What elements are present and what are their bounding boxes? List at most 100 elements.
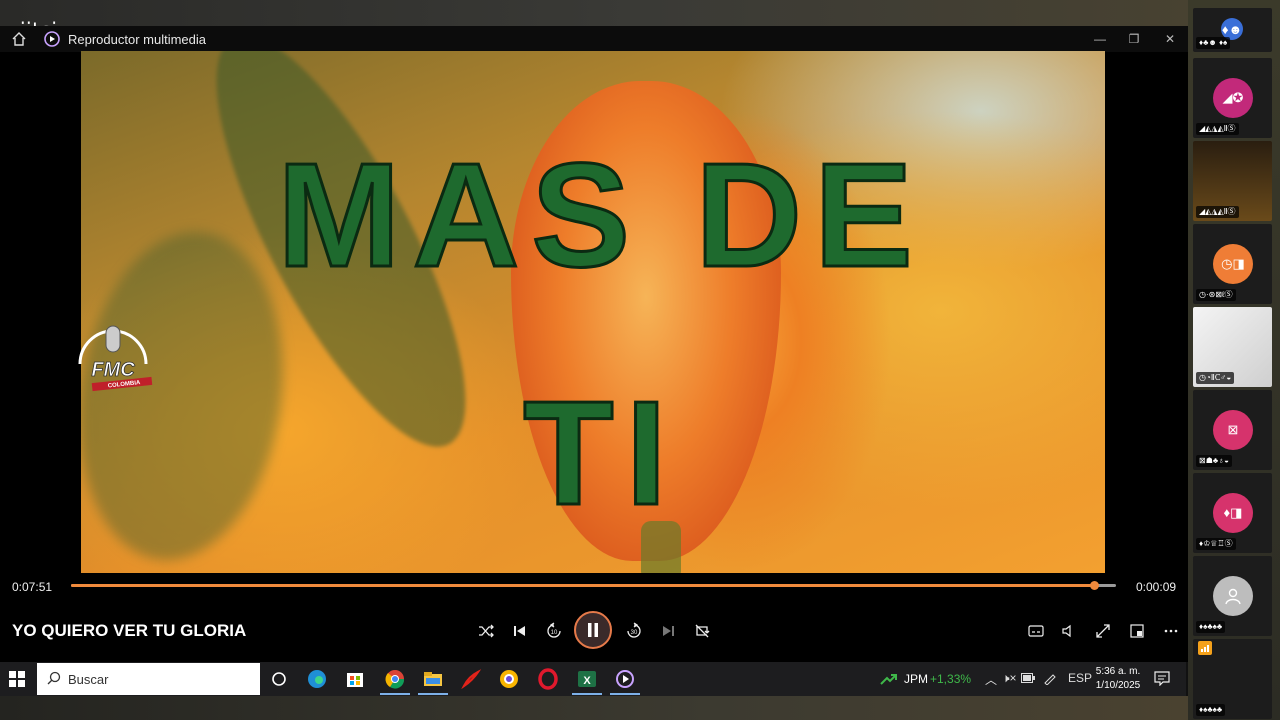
avatar: ♦◨ [1213, 493, 1253, 533]
explorer-active-indicator [418, 693, 448, 695]
next-button[interactable] [656, 619, 680, 643]
participant-tile[interactable]: ♦◨ ♦♔♕♖Ⓢ [1193, 473, 1272, 553]
skip-back-button[interactable]: 10 [542, 619, 566, 643]
microsoft-store-icon[interactable] [344, 668, 366, 690]
pen-tool-icon[interactable] [1043, 671, 1057, 685]
stock-change[interactable]: +1,33% [930, 672, 971, 686]
cortana-icon[interactable] [268, 668, 290, 690]
svg-text:X: X [583, 675, 591, 687]
participant-name: ◷◔ⅡⅭ♂◒ [1196, 372, 1235, 384]
mini-player-button[interactable] [1125, 619, 1149, 643]
participant-tile[interactable]: ◷◨ ◷·⊛⊠ℓⓈ [1193, 224, 1272, 304]
participant-tile-video[interactable]: ◷◔ⅡⅭ♂◒ [1193, 307, 1272, 387]
chrome-active-indicator [380, 693, 410, 695]
avatar: ⊠ [1213, 410, 1253, 450]
participant-tile[interactable]: ♦☻ ♦♣☻ ♦♠ [1193, 8, 1272, 52]
stock-symbol[interactable]: JPM [904, 672, 928, 686]
skip-forward-button[interactable]: 30 [622, 619, 646, 643]
search-icon [47, 671, 61, 685]
skip-forward-icon: 30 [627, 622, 641, 638]
seek-progress [71, 584, 1094, 587]
lyric-line-1: MAS DE [276, 132, 925, 300]
media-player-app-icon [44, 31, 60, 47]
repeat-off-button[interactable] [690, 619, 714, 643]
avatar: ◷◨ [1213, 244, 1253, 284]
taskbar-search[interactable]: Buscar [37, 663, 260, 695]
jitsi-top-bar [0, 0, 1280, 28]
opera-icon[interactable] [537, 668, 559, 690]
participant-name: ♦♣☻ ♦♠ [1196, 37, 1231, 49]
participant-filmstrip: ♦☻ ♦♣☻ ♦♠ ◢✪ ◢◭◮◭ⅡⓈ ◢◭◮◭ⅡⓈ ◷◨ ◷·⊛⊠ℓⓈ ◷◔Ⅱ… [1188, 0, 1280, 720]
previous-button[interactable] [508, 619, 532, 643]
clock-date: 1/10/2025 [1095, 680, 1141, 691]
file-explorer-icon[interactable] [422, 668, 444, 690]
video-frame[interactable]: MAS DE TI [81, 51, 1105, 573]
participant-name: ♦♔♕♖Ⓢ [1196, 538, 1236, 550]
participant-tile[interactable]: ♦♠♣♠♣ [1193, 639, 1272, 719]
participant-name: ♦♠♣♠♣ [1196, 621, 1226, 633]
seek-track[interactable] [71, 581, 1116, 590]
restore-button[interactable]: ❐ [1118, 30, 1150, 48]
captions-button[interactable] [1024, 619, 1048, 643]
shuffle-icon [479, 624, 494, 638]
participant-tile[interactable]: ⊠ ⊠☗♣♁◒ [1193, 390, 1272, 470]
acrobat-reader-icon[interactable] [460, 668, 482, 690]
elapsed-time: 0:07:51 [12, 580, 53, 594]
fmc-logo-text: FMC [91, 359, 135, 381]
repeat-off-icon [695, 624, 710, 638]
notifications-icon[interactable] [1154, 671, 1170, 686]
browser-circle-icon[interactable] [498, 668, 520, 690]
windows-start-icon[interactable] [8, 670, 26, 688]
skip-back-seconds: 10 [551, 630, 558, 636]
language-indicator[interactable]: ESP [1068, 671, 1092, 685]
chrome-icon[interactable] [384, 668, 406, 690]
speaker-muted-icon[interactable]: 🕨× [1002, 671, 1017, 686]
participant-tile[interactable]: ◢✪ ◢◭◮◭ⅡⓈ [1193, 58, 1272, 138]
fmc-colombia-logo: FMC COLOMBIA [78, 325, 153, 392]
participant-tile[interactable]: ♦♠♣♠♣ [1193, 556, 1272, 636]
connection-quality-icon [1198, 641, 1212, 655]
mini-player-icon [1130, 624, 1144, 638]
participant-name: ◢◭◮◭ⅡⓈ [1196, 206, 1239, 218]
playback-controls: YO QUIERO VER TU GLORIA 10 30 [0, 606, 1188, 656]
next-icon [663, 626, 674, 636]
excel-icon[interactable]: X [576, 668, 598, 690]
home-icon[interactable] [12, 32, 26, 46]
minimize-button[interactable]: — [1084, 30, 1116, 48]
participant-tile-video[interactable]: ◢◭◮◭ⅡⓈ [1193, 141, 1272, 221]
system-clock[interactable]: 5:36 a. m. 1/10/2025 [1090, 665, 1146, 693]
skip-forward-seconds: 30 [631, 630, 638, 636]
excel-active-indicator [572, 693, 602, 695]
skip-back-icon: 10 [547, 622, 561, 638]
previous-icon [514, 626, 525, 636]
show-hidden-icons-chevron-icon[interactable]: ︿ [985, 671, 997, 688]
close-button[interactable]: ✕ [1154, 30, 1186, 48]
media-active-indicator [610, 693, 640, 695]
pause-button[interactable] [574, 611, 612, 649]
window-titlebar: Reproductor multimedia — ❐ ✕ [0, 26, 1188, 52]
battery-icon[interactable] [1021, 673, 1035, 683]
more-options-button[interactable] [1159, 619, 1183, 643]
pause-icon [588, 623, 598, 637]
jitsi-bottom-bar [0, 696, 1190, 720]
participant-name: ♦♠♣♠♣ [1196, 704, 1226, 716]
lyric-line-2: TI [522, 370, 679, 538]
edge-browser-icon[interactable] [306, 668, 328, 690]
shuffle-button[interactable] [474, 619, 498, 643]
remaining-time: 0:00:09 [1136, 580, 1177, 594]
search-placeholder: Buscar [68, 672, 109, 687]
window-title: Reproductor multimedia [68, 32, 207, 47]
media-player-taskbar-icon[interactable] [614, 668, 636, 690]
seek-bar-row: 0:07:51 0:00:09 [0, 574, 1188, 598]
volume-button[interactable] [1056, 619, 1080, 643]
fullscreen-button[interactable] [1091, 619, 1115, 643]
seek-handle[interactable] [1090, 581, 1099, 590]
windows-taskbar: Buscar X JPM +1,33% ︿ 🕨× ESP 5:36 a. m. … [0, 662, 1186, 696]
fullscreen-icon [1096, 624, 1110, 638]
participant-name: ⊠☗♣♁◒ [1196, 455, 1232, 467]
avatar: ◢✪ [1213, 78, 1253, 118]
participant-name: ◷·⊛⊠ℓⓈ [1196, 289, 1236, 301]
user-avatar-icon [1213, 576, 1253, 616]
stock-up-arrow-icon [880, 674, 897, 685]
now-playing-title: YO QUIERO VER TU GLORIA [12, 621, 247, 640]
